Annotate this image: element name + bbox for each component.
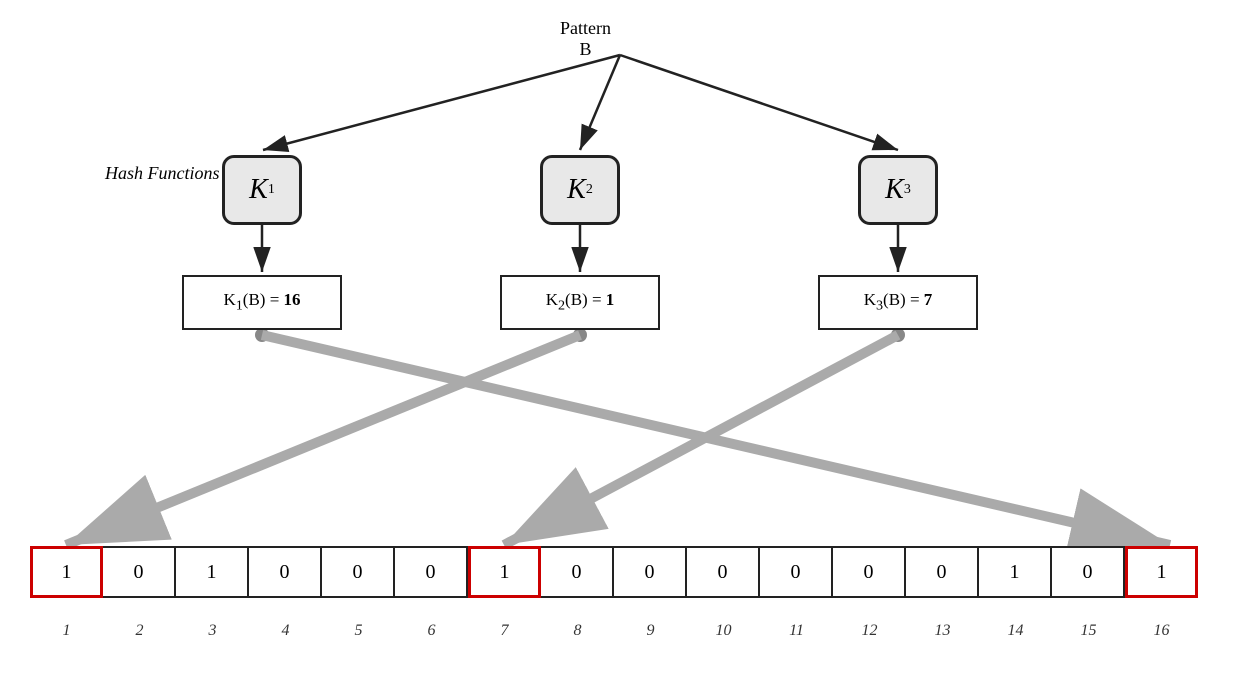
pattern-value: B	[560, 39, 611, 60]
index-cell-3: 3	[176, 611, 249, 651]
index-array: 12345678910111213141516	[30, 611, 1198, 651]
bit-cell-9: 0	[614, 546, 687, 598]
index-cell-11: 11	[760, 611, 833, 651]
pattern-label: Pattern B	[560, 18, 611, 60]
index-cell-2: 2	[103, 611, 176, 651]
index-cell-4: 4	[249, 611, 322, 651]
index-cell-16: 16	[1125, 611, 1198, 651]
bit-cell-12: 0	[833, 546, 906, 598]
index-cell-15: 15	[1052, 611, 1125, 651]
bit-cell-10: 0	[687, 546, 760, 598]
bit-array: 1010001000000101	[30, 546, 1198, 598]
index-cell-12: 12	[833, 611, 906, 651]
bit-cell-15: 0	[1052, 546, 1125, 598]
index-cell-1: 1	[30, 611, 103, 651]
bit-cell-13: 0	[906, 546, 979, 598]
index-cell-6: 6	[395, 611, 468, 651]
hash-functions-label: Hash Functions	[105, 163, 220, 184]
hash-box-k2: K2	[540, 155, 620, 225]
bit-cell-11: 0	[760, 546, 833, 598]
pattern-text: Pattern	[560, 18, 611, 39]
result-box-k2: K2(B) = 1	[500, 275, 660, 330]
bit-cell-2: 0	[103, 546, 176, 598]
bit-cell-8: 0	[541, 546, 614, 598]
index-cell-5: 5	[322, 611, 395, 651]
index-cell-9: 9	[614, 611, 687, 651]
index-cell-8: 8	[541, 611, 614, 651]
hash-box-k1: K1	[222, 155, 302, 225]
bit-cell-5: 0	[322, 546, 395, 598]
bit-cell-4: 0	[249, 546, 322, 598]
result-box-k1: K1(B) = 16	[182, 275, 342, 330]
bit-cell-3: 1	[176, 546, 249, 598]
index-cell-14: 14	[979, 611, 1052, 651]
diagram-container: Pattern B Hash Functions K1 K2 K3 K1(B) …	[0, 0, 1240, 693]
index-cell-13: 13	[906, 611, 979, 651]
bit-cell-1: 1	[30, 546, 103, 598]
result-box-k3: K3(B) = 7	[818, 275, 978, 330]
hash-box-k3: K3	[858, 155, 938, 225]
index-cell-10: 10	[687, 611, 760, 651]
index-cell-7: 7	[468, 611, 541, 651]
bit-cell-7: 1	[468, 546, 541, 598]
bit-cell-14: 1	[979, 546, 1052, 598]
bit-cell-6: 0	[395, 546, 468, 598]
bit-cell-16: 1	[1125, 546, 1198, 598]
